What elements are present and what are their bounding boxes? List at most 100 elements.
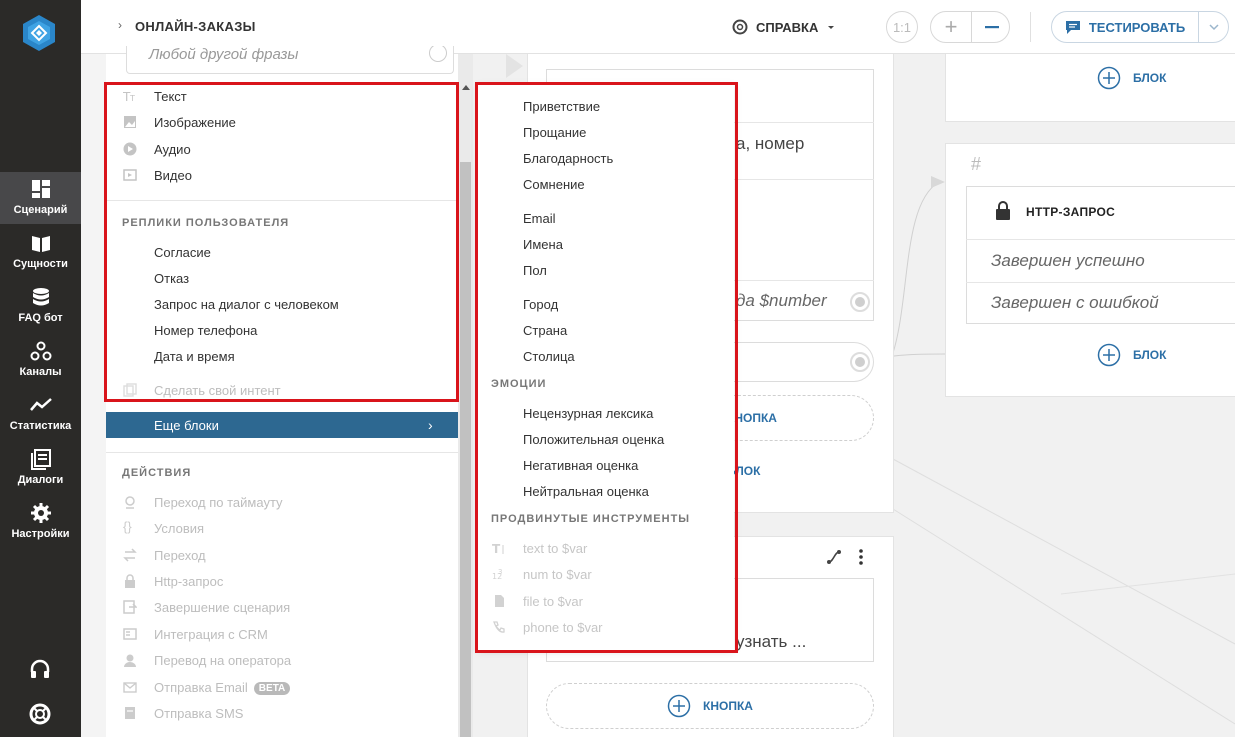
copy-icon — [123, 383, 137, 397]
submenu-item[interactable]: Сомнение — [478, 172, 734, 196]
item-label: Изображение — [154, 114, 236, 130]
crm-icon — [123, 628, 137, 640]
palette-item-http[interactable]: Http-запрос — [106, 568, 458, 594]
submenu-item-phone-var[interactable]: phone to $var — [478, 615, 734, 639]
palette-item-transition[interactable]: Переход — [106, 542, 458, 568]
http-title: HTTP-ЗАПРОС — [1026, 205, 1116, 219]
submenu-item-file-var[interactable]: file to $var — [478, 589, 734, 613]
chevron-right-icon: › — [118, 18, 122, 32]
submenu-item[interactable]: Страна — [478, 318, 734, 342]
test-button[interactable]: ТЕСТИРОВАТЬ — [1052, 12, 1198, 42]
submenu-item[interactable]: Пол — [478, 258, 734, 282]
section-header: РЕПЛИКИ ПОЛЬЗОВАТЕЛЯ — [122, 217, 290, 229]
submenu-item[interactable]: Приветствие — [478, 94, 734, 118]
submenu-item-num-var[interactable]: 12 3 num to $var — [478, 562, 734, 586]
submenu-item[interactable]: Столица — [478, 344, 734, 368]
palette-item-video[interactable]: Видео — [106, 162, 458, 188]
palette-item-image[interactable]: Изображение — [106, 109, 458, 135]
palette-item-make-intent[interactable]: Сделать свой интент — [106, 377, 458, 403]
divider — [1030, 12, 1031, 42]
caret-down-icon — [828, 26, 835, 29]
rail-item-faq[interactable]: FAQ бот — [0, 280, 81, 332]
zoom-reset-button[interactable]: 1:1 — [886, 11, 918, 43]
palette-item-datetime[interactable]: Дата и время — [106, 343, 458, 369]
palette-scrollbar[interactable] — [458, 54, 473, 737]
connect-icon[interactable] — [825, 548, 843, 566]
zoom-out-button[interactable] — [971, 12, 1011, 42]
submenu-item[interactable]: Положительная оценка — [478, 427, 734, 451]
rail-label: Каналы — [19, 366, 62, 378]
palette-item-operator[interactable]: Перевод на оператора — [106, 647, 458, 673]
submenu-item[interactable]: Нецензурная лексика — [478, 401, 734, 425]
item-label: Положительная оценка — [523, 431, 665, 447]
block-label: БЛОК — [1133, 71, 1167, 85]
palette-item-end-scenario[interactable]: Завершение сценария — [106, 594, 458, 620]
palette-item-phone-number[interactable]: Номер телефона — [106, 317, 458, 343]
zoom-in-button[interactable]: + — [931, 12, 971, 42]
more-blocks-item[interactable]: Еще блоки › — [106, 412, 458, 438]
item-label: Http-запрос — [154, 573, 224, 589]
palette-item-sms[interactable]: Отправка SMS — [106, 700, 458, 726]
item-label: Дата и время — [154, 348, 235, 364]
test-dropdown-button[interactable] — [1198, 12, 1229, 42]
palette-item-human-request[interactable]: Запрос на диалог с человеком — [106, 291, 458, 317]
palette-item-email[interactable]: Отправка Email BETA — [106, 674, 458, 700]
rail-item-entities[interactable]: Сущности — [0, 226, 81, 278]
submenu-item[interactable]: Email — [478, 206, 734, 230]
palette-item-agreement[interactable]: Согласие — [106, 239, 458, 265]
lifebuoy-icon[interactable] — [28, 702, 52, 726]
database-icon — [32, 288, 49, 306]
palette-item-refusal[interactable]: Отказ — [106, 265, 458, 291]
rail-item-scenario[interactable]: Сценарий — [0, 172, 81, 224]
search-input[interactable]: Любой другой фразы — [126, 46, 454, 74]
radio-toggle[interactable] — [850, 292, 870, 312]
plus-circle-icon — [1097, 343, 1121, 367]
submenu-item[interactable]: Нейтральная оценка — [478, 479, 734, 503]
item-label: Запрос на диалог с человеком — [154, 296, 339, 312]
radio-toggle[interactable] — [850, 352, 870, 372]
submenu-item[interactable]: Прощание — [478, 120, 734, 144]
item-label: Нейтральная оценка — [523, 483, 649, 499]
rail-label: FAQ бот — [18, 312, 63, 324]
mail-icon — [123, 682, 137, 693]
rail-item-settings[interactable]: Настройки — [0, 496, 81, 548]
item-label: Пол — [523, 262, 547, 278]
submenu-item[interactable]: Имена — [478, 232, 734, 256]
submenu-item[interactable]: Благодарность — [478, 146, 734, 170]
palette-item-timeout[interactable]: Переход по таймауту — [106, 489, 458, 515]
add-block-link[interactable]: БЛОК — [1097, 343, 1166, 367]
chart-line-icon — [29, 398, 52, 411]
submenu-item[interactable]: Город — [478, 292, 734, 316]
breadcrumb[interactable]: ОНЛАЙН-ЗАКАЗЫ — [135, 19, 256, 34]
item-label: Отказ — [154, 270, 190, 286]
headset-icon[interactable] — [28, 658, 52, 682]
http-error[interactable]: Завершен с ошибкой — [991, 293, 1159, 313]
palette-item-conditions[interactable]: {} Условия — [106, 515, 458, 541]
more-vertical-icon[interactable] — [857, 548, 865, 566]
palette-item-crm[interactable]: Интеграция с CRM — [106, 621, 458, 647]
test-split-button: ТЕСТИРОВАТЬ — [1051, 11, 1229, 43]
scroll-up-icon[interactable] — [462, 85, 470, 90]
message-text: узнать ... — [736, 632, 807, 651]
item-label: Негативная оценка — [523, 457, 639, 473]
submenu-item-text-var[interactable]: T text to $var — [478, 536, 734, 560]
scrollbar-thumb[interactable] — [460, 162, 471, 737]
help-menu[interactable]: СПРАВКА — [732, 16, 836, 38]
add-block-link[interactable]: БЛОК — [1097, 66, 1166, 90]
rail-item-dialogs[interactable]: Диалоги — [0, 442, 81, 494]
add-button-button[interactable]: КНОПКА — [723, 395, 874, 441]
app-logo-icon[interactable] — [22, 14, 56, 52]
add-button-button[interactable]: КНОПКА — [546, 683, 874, 729]
http-success[interactable]: Завершен успешно — [991, 251, 1145, 271]
rail-item-channels[interactable]: Каналы — [0, 334, 81, 386]
palette-item-text[interactable]: TT Текст — [106, 83, 458, 109]
divider — [966, 239, 1235, 240]
button-label: КНОПКА — [727, 411, 777, 425]
svg-text:3: 3 — [498, 568, 502, 576]
lock-icon — [996, 201, 1010, 220]
chat-icon — [1065, 20, 1080, 34]
rail-item-statistics[interactable]: Статистика — [0, 388, 81, 440]
palette-item-audio[interactable]: Аудио — [106, 136, 458, 162]
submenu-item[interactable]: Негативная оценка — [478, 453, 734, 477]
zoom-controls: + — [930, 11, 1010, 43]
